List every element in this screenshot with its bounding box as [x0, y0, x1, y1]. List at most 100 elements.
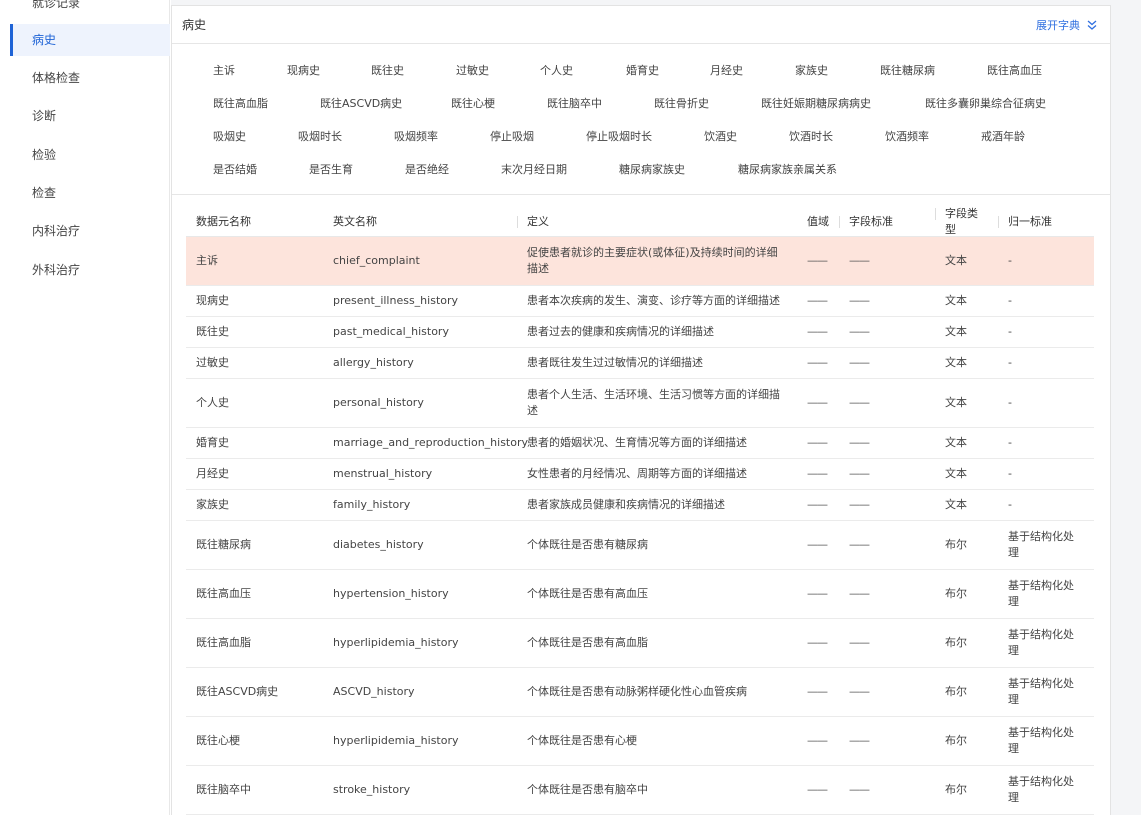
cell-name: 过敏史 [196, 356, 229, 369]
tag-item[interactable]: 既往高血脂 [213, 95, 268, 111]
col-header-en-name[interactable]: 英文名称 [323, 214, 517, 230]
tag-item[interactable]: 停止吸烟 [490, 128, 534, 144]
tag-item[interactable]: 既往多囊卵巢综合征病史 [925, 95, 1046, 111]
cell-definition: 患者个人生活、生活环境、生活习惯等方面的详细描 述 [517, 387, 797, 419]
cell-definition-line: 个体既往是否患有糖尿病 [527, 538, 648, 551]
cell-field-standard: —— [849, 783, 870, 796]
tag-item[interactable]: 饮酒时长 [789, 128, 833, 144]
cell-en-name: ASCVD_history [333, 685, 415, 698]
table-header: 数据元名称 英文名称 定义 值域 字段标准 字段类型 归一标准 [186, 207, 1094, 237]
tag-item[interactable]: 既往骨折史 [654, 95, 709, 111]
table-row[interactable]: 既往糖尿病 diabetes_history 个体既往是否患有糖尿病 —— ——… [186, 521, 1094, 570]
tag-item[interactable]: 既往高血压 [987, 62, 1042, 78]
cell-field-standard: —— [849, 294, 870, 307]
cell-definition-line: 患者本次疾病的发生、演变、诊疗等方面的详细描述 [527, 294, 780, 307]
cell-definition-line: 患者既往发生过过敏情况的详细描述 [527, 356, 703, 369]
tag-item[interactable]: 是否绝经 [405, 161, 449, 177]
tag-item[interactable]: 是否结婚 [213, 161, 257, 177]
cell-normalization: - [998, 253, 1094, 269]
expand-dictionary-button[interactable]: 展开字典 [1036, 17, 1098, 33]
tag-item[interactable]: 主诉 [213, 62, 235, 78]
tag-item[interactable]: 饮酒史 [704, 128, 737, 144]
tag-item[interactable]: 饮酒频率 [885, 128, 929, 144]
cell-domain: —— [807, 254, 828, 267]
col-header-domain[interactable]: 值域 [797, 214, 839, 230]
panel-title: 病史 [182, 18, 207, 32]
cell-normalization-line: - [1008, 294, 1012, 307]
tag-item[interactable]: 既往妊娠期糖尿病病史 [761, 95, 871, 111]
cell-field-standard: —— [849, 587, 870, 600]
cell-normalization-line: 理 [1008, 693, 1019, 706]
cell-field-standard: —— [849, 467, 870, 480]
cell-normalization: 基于结构化处 理 [998, 774, 1094, 806]
tag-item[interactable]: 停止吸烟时长 [586, 128, 652, 144]
main-area: 病史 展开字典 主诉 现病史 既往史 过敏史 个人史 婚育史 月经史 家族史 既… [171, 0, 1141, 815]
sidebar-item-surgical-treatment[interactable]: 外科治疗 [10, 254, 170, 286]
tag-item[interactable]: 既往糖尿病 [880, 62, 935, 78]
table-row[interactable]: 既往ASCVD病史 ASCVD_history 个体既往是否患有动脉粥样硬化性心… [186, 668, 1094, 717]
tag-item[interactable]: 既往脑卒中 [547, 95, 602, 111]
cell-field-type: 布尔 [945, 734, 967, 747]
tag-item[interactable]: 吸烟频率 [394, 128, 438, 144]
cell-normalization-line: 理 [1008, 742, 1019, 755]
table-row[interactable]: 既往脑卒中 stroke_history 个体既往是否患有脑卒中 —— —— 布… [186, 766, 1094, 815]
sidebar: 就诊记录 病史 体格检查 诊断 检验 检查 内科治疗 外科治疗 [0, 0, 170, 815]
cell-definition: 患者的婚姻状况、生育情况等方面的详细描述 [517, 435, 797, 451]
tag-item[interactable]: 戒酒年龄 [981, 128, 1025, 144]
cell-normalization: - [998, 324, 1094, 340]
tag-item[interactable]: 末次月经日期 [501, 161, 567, 177]
table-row[interactable]: 个人史 personal_history 患者个人生活、生活环境、生活习惯等方面… [186, 379, 1094, 428]
sidebar-item-physical-exam[interactable]: 体格检查 [10, 62, 170, 94]
col-header-definition[interactable]: 定义 [517, 214, 797, 230]
tag-item[interactable]: 婚育史 [626, 62, 659, 78]
col-header-normalization[interactable]: 归一标准 [998, 214, 1094, 230]
tag-item[interactable]: 家族史 [795, 62, 828, 78]
tag-item[interactable]: 吸烟史 [213, 128, 246, 144]
sidebar-item-diagnosis[interactable]: 诊断 [10, 100, 170, 132]
cell-normalization-line: 基于结构化处 [1008, 628, 1074, 641]
col-header-name[interactable]: 数据元名称 [186, 214, 323, 230]
sidebar-item-medical-history[interactable]: 病史 [10, 24, 170, 56]
col-header-field-standard[interactable]: 字段标准 [839, 214, 935, 230]
cell-name: 既往心梗 [196, 734, 240, 747]
sidebar-item-examination[interactable]: 检查 [10, 177, 170, 209]
tag-item[interactable]: 现病史 [287, 62, 320, 78]
table-row[interactable]: 既往高血压 hypertension_history 个体既往是否患有高血压 —… [186, 570, 1094, 619]
tag-item[interactable]: 月经史 [710, 62, 743, 78]
tag-item[interactable]: 糖尿病家族史 [619, 161, 685, 177]
table-row[interactable]: 既往心梗 hyperlipidemia_history 个体既往是否患有心梗 —… [186, 717, 1094, 766]
tag-item[interactable]: 个人史 [540, 62, 573, 78]
tag-item[interactable]: 既往ASCVD病史 [320, 95, 402, 111]
cell-field-type: 布尔 [945, 636, 967, 649]
cell-definition: 个体既往是否患有心梗 [517, 733, 797, 749]
table-row[interactable]: 婚育史 marriage_and_reproduction_history 患者… [186, 428, 1094, 459]
table-row[interactable]: 过敏史 allergy_history 患者既往发生过过敏情况的详细描述 —— … [186, 348, 1094, 379]
col-header-field-type[interactable]: 字段类型 [935, 206, 998, 238]
table-row[interactable]: 既往高血脂 hyperlipidemia_history 个体既往是否患有高血脂… [186, 619, 1094, 668]
cell-en-name: hyperlipidemia_history [333, 734, 459, 747]
tag-item[interactable]: 既往史 [371, 62, 404, 78]
sidebar-item-lab-test[interactable]: 检验 [10, 139, 170, 171]
tag-item[interactable]: 是否生育 [309, 161, 353, 177]
table-row[interactable]: 月经史 menstrual_history 女性患者的月经情况、周期等方面的详细… [186, 459, 1094, 490]
cell-field-type: 布尔 [945, 587, 967, 600]
cell-definition: 个体既往是否患有脑卒中 [517, 782, 797, 798]
cell-name: 既往ASCVD病史 [196, 685, 279, 698]
tag-item[interactable]: 吸烟时长 [298, 128, 342, 144]
cell-normalization: 基于结构化处 理 [998, 676, 1094, 708]
tag-item[interactable]: 既往心梗 [451, 95, 495, 111]
cell-en-name: marriage_and_reproduction_history [333, 436, 528, 449]
cell-en-name: hypertension_history [333, 587, 449, 600]
table-row[interactable]: 家族史 family_history 患者家族成员健康和疾病情况的详细描述 ——… [186, 490, 1094, 521]
cell-definition-line: 患者的婚姻状况、生育情况等方面的详细描述 [527, 436, 747, 449]
tag-item[interactable]: 糖尿病家族亲属关系 [738, 161, 837, 177]
panel-header: 病史 展开字典 [172, 6, 1110, 44]
table-row[interactable]: 主诉 chief_complaint 促使患者就诊的主要症状(或体征)及持续时间… [186, 237, 1094, 286]
table-row[interactable]: 既往史 past_medical_history 患者过去的健康和疾病情况的详细… [186, 317, 1094, 348]
table-row[interactable]: 现病史 present_illness_history 患者本次疾病的发生、演变… [186, 286, 1094, 317]
cell-definition: 患者既往发生过过敏情况的详细描述 [517, 355, 797, 371]
sidebar-item-visit-record[interactable]: 就诊记录 [10, 0, 170, 19]
tag-item[interactable]: 过敏史 [456, 62, 489, 78]
cell-normalization-line: 理 [1008, 791, 1019, 804]
sidebar-item-medical-treatment[interactable]: 内科治疗 [10, 215, 170, 247]
